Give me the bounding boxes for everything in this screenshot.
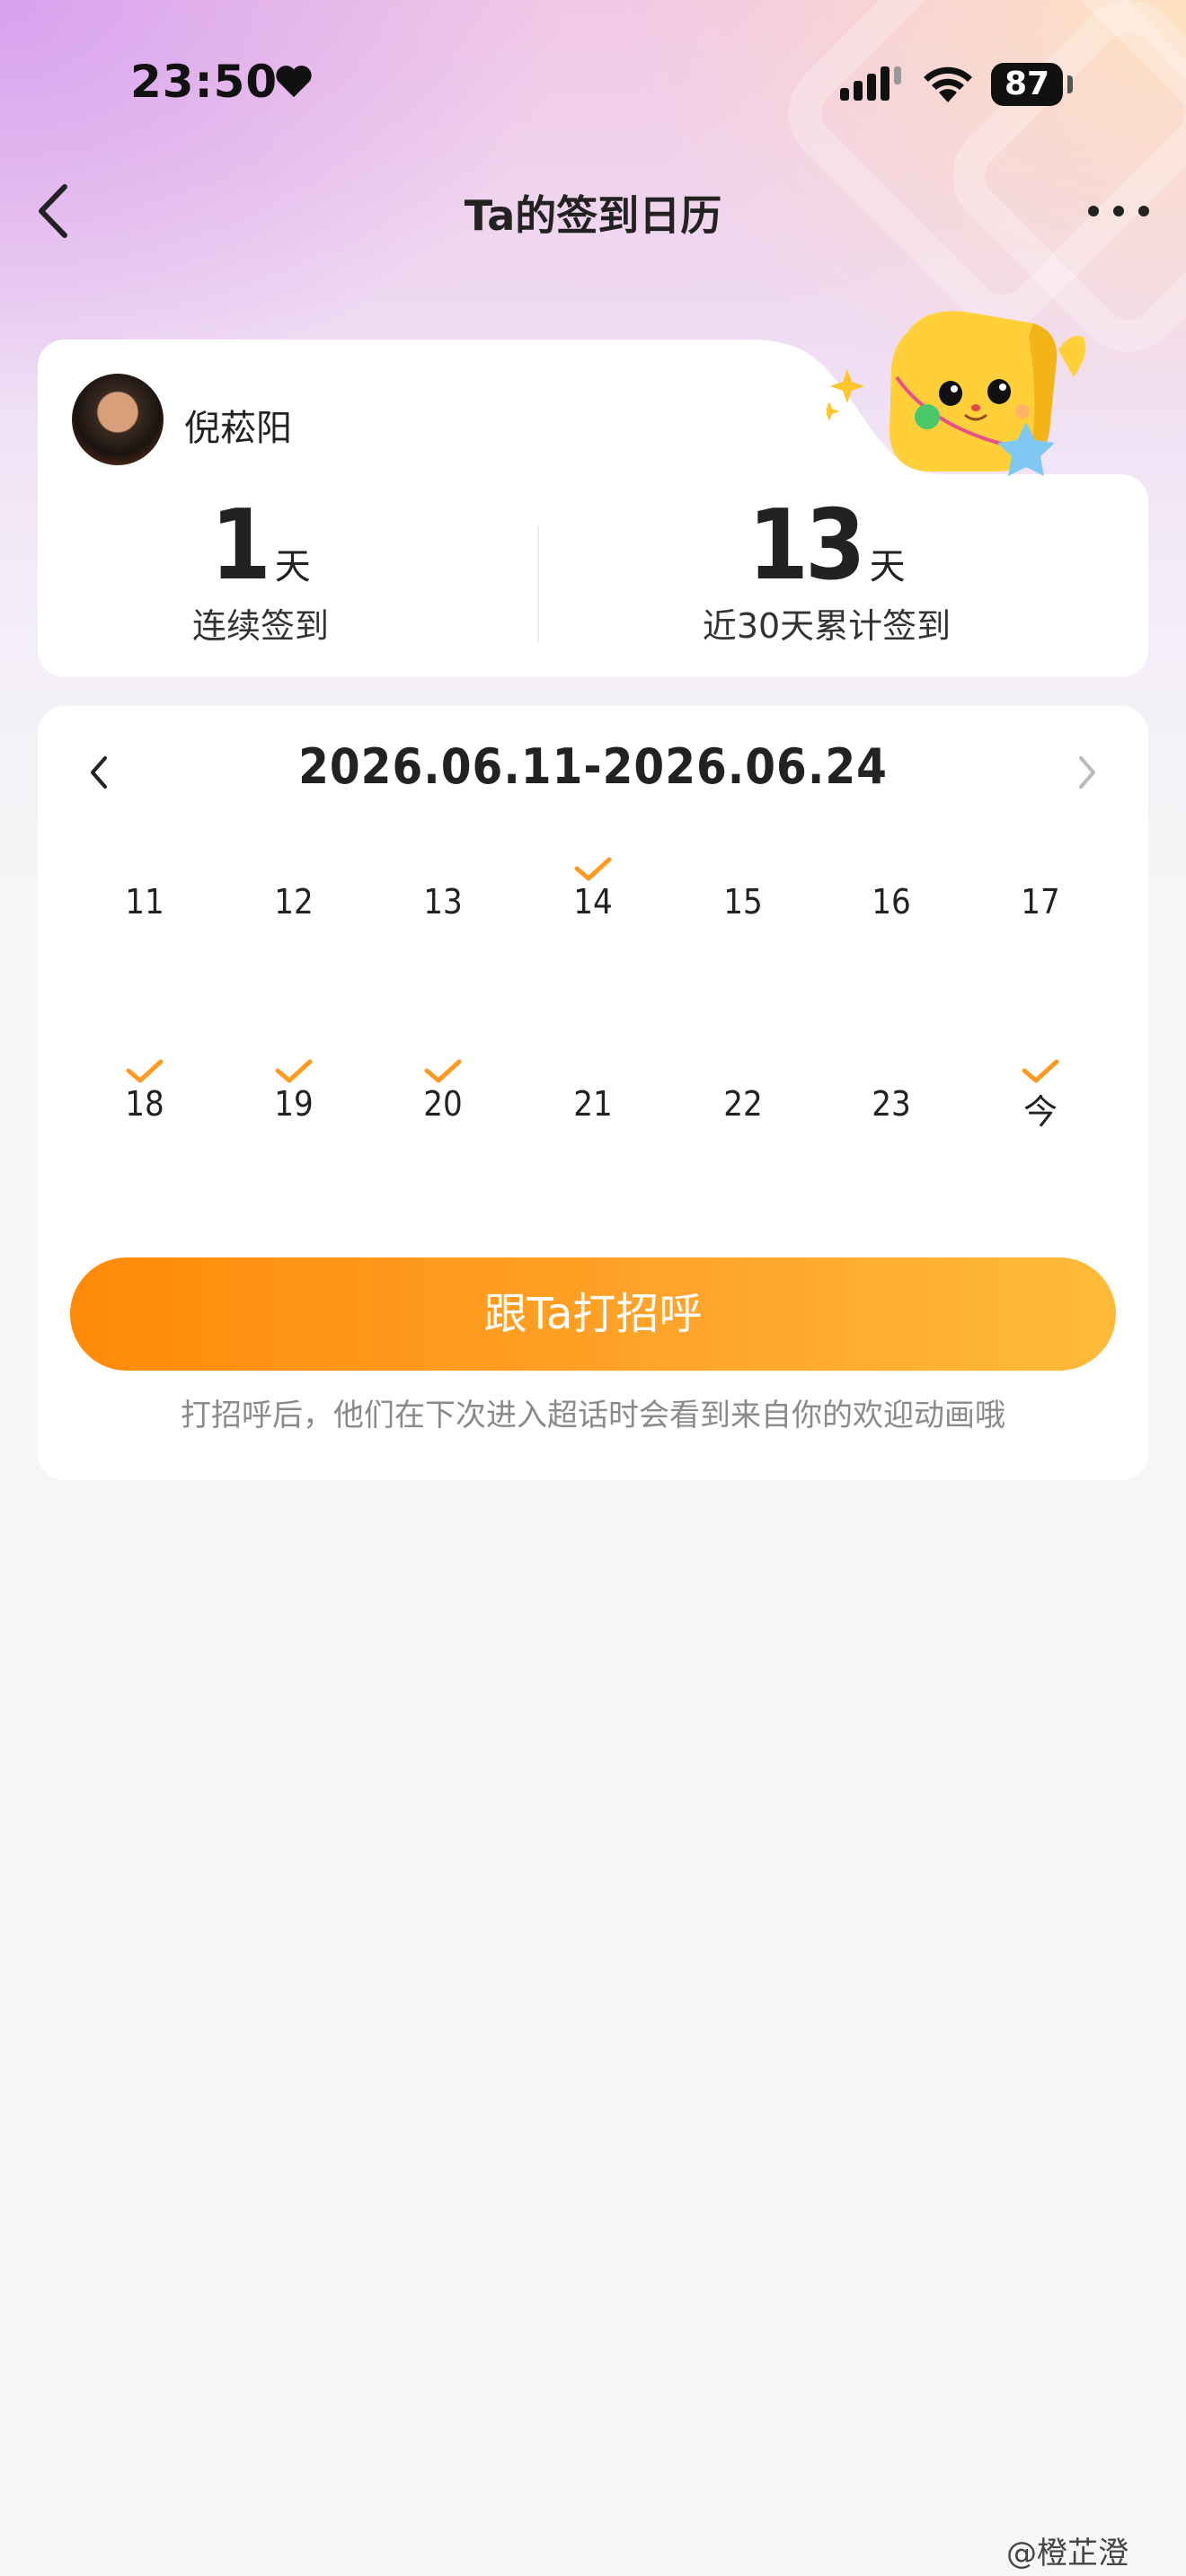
calendar-day[interactable]: 21: [539, 1057, 647, 1124]
calendar-day-label: 12: [274, 882, 314, 922]
calendar-day-label: 15: [723, 882, 763, 922]
battery-level: 87: [991, 63, 1063, 106]
calendar-day[interactable]: 15: [689, 855, 797, 922]
calendar-day[interactable]: 18: [91, 1057, 199, 1124]
heart-icon: [276, 66, 312, 98]
calendar-day[interactable]: 17: [987, 855, 1094, 922]
calendar-day-label: 11: [125, 882, 164, 922]
check-icon: [126, 1059, 164, 1083]
calendar-day-label: 17: [1021, 882, 1060, 922]
stat-divider: [537, 525, 539, 642]
battery-tip: [1067, 75, 1073, 93]
total-label: 近30天累计签到: [702, 606, 951, 646]
cellular-signal-icon: [840, 66, 901, 101]
calendar-day[interactable]: 22: [689, 1057, 797, 1124]
calendar-day-label: 20: [423, 1084, 463, 1124]
status-time: 23:50: [130, 56, 279, 108]
calendar-day[interactable]: 20: [389, 1057, 497, 1124]
check-icon: [424, 1059, 462, 1083]
more-button[interactable]: [1083, 198, 1155, 225]
calendar-day-label: 13: [423, 882, 463, 922]
date-range: 2026.06.11-2026.06.24: [298, 738, 888, 795]
check-icon: [275, 1059, 313, 1083]
calendar-day[interactable]: 11: [91, 855, 199, 922]
calendar-day[interactable]: 16: [837, 855, 945, 922]
next-period-button[interactable]: [1074, 753, 1101, 792]
greet-button[interactable]: 跟Ta打招呼: [70, 1257, 1116, 1371]
avatar[interactable]: [72, 374, 164, 465]
mascot-illustration: [827, 311, 1086, 476]
total-stat: 13 天 近30天累计签到: [665, 490, 988, 648]
calendar-day-label: 21: [573, 1084, 613, 1124]
username[interactable]: 倪菘阳: [184, 399, 292, 451]
wifi-icon: [924, 66, 972, 102]
calendar-day-today[interactable]: 今: [987, 1057, 1094, 1134]
watermark: @橙芷澄: [1006, 2536, 1128, 2572]
calendar-day[interactable]: 13: [389, 855, 497, 922]
calendar-day-label: 16: [872, 882, 911, 922]
calendar-day[interactable]: 14: [539, 855, 647, 922]
calendar-day-label: 14: [573, 882, 613, 922]
greet-hint: 打招呼后，他们在下次进入超话时会看到来自你的欢迎动画哦: [181, 1398, 1005, 1434]
calendar-day-label: 18: [125, 1084, 164, 1124]
calendar-day[interactable]: 12: [240, 855, 348, 922]
streak-days-value: 1: [210, 490, 271, 602]
check-icon: [574, 857, 612, 881]
total-days-value: 13: [748, 490, 865, 602]
calendar-day-label: 22: [723, 1084, 763, 1124]
calendar-day-label: 19: [274, 1084, 314, 1124]
calendar-day[interactable]: 23: [837, 1057, 945, 1124]
streak-label: 连续签到: [191, 606, 329, 646]
total-days-unit: 天: [869, 546, 906, 587]
check-icon: [1022, 1059, 1059, 1083]
streak-stat: 1天 连续签到: [126, 490, 395, 648]
calendar-day-label: 23: [872, 1084, 911, 1124]
calendar-day[interactable]: 19: [240, 1057, 348, 1124]
page-title: Ta的签到日历: [464, 191, 722, 240]
calendar-day-label: 今: [1022, 1092, 1058, 1132]
streak-days-unit: 天: [274, 546, 311, 587]
status-bar: 23:50 87: [0, 0, 1186, 171]
